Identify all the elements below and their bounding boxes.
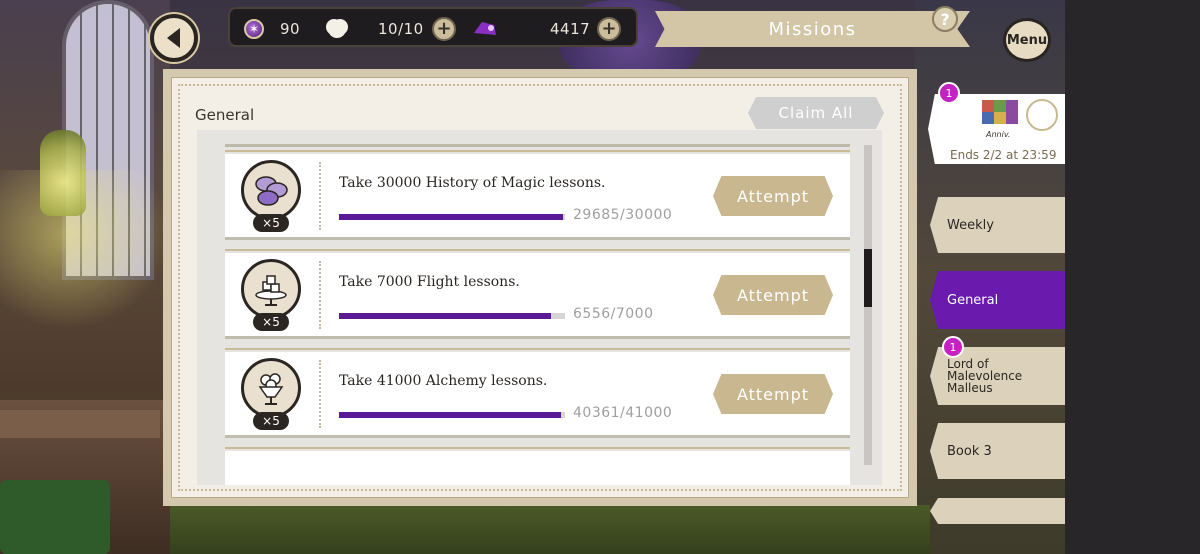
resource-bar: ✶ 90 10/10 + 4417 + — [228, 7, 638, 47]
back-button[interactable] — [150, 14, 198, 62]
tab-more[interactable] — [930, 498, 1065, 524]
magic-gem-icon: ✶ — [244, 19, 264, 39]
back-arrow-icon — [167, 28, 180, 48]
stamina-count: 10/10 — [378, 20, 424, 38]
section-title: General — [195, 106, 255, 124]
background-right-dark — [1065, 0, 1200, 554]
background-desk — [0, 400, 170, 554]
reward-circle — [241, 160, 301, 220]
page-title: Missions — [768, 18, 857, 40]
row-divider — [319, 162, 321, 230]
reward-circle — [241, 358, 301, 418]
claim-all-button[interactable]: Claim All — [748, 97, 884, 129]
reward: ×5 — [241, 358, 301, 432]
anniversary-seal-icon — [1026, 99, 1058, 131]
reward-count: ×5 — [253, 214, 289, 232]
parfait-icon — [258, 373, 284, 405]
mission-text: Take 41000 Alchemy lessons. — [339, 373, 548, 389]
tab-general[interactable]: General — [930, 271, 1065, 329]
progress-fill — [339, 412, 562, 418]
attempt-button[interactable]: Attempt — [713, 374, 833, 414]
event-end-time: Ends 2/2 at 23:59 — [950, 148, 1057, 162]
progress-label: 29685/30000 — [573, 207, 673, 223]
mission-row-partial — [225, 447, 850, 485]
progress-fill — [339, 313, 551, 319]
mission-list[interactable]: ×5 Take 30000 History of Magic lessons. … — [197, 130, 882, 485]
add-stamina-button[interactable]: + — [432, 17, 456, 41]
reward: ×5 — [241, 259, 301, 333]
notification-badge: 1 — [942, 336, 964, 358]
gem-counter: ✶ 90 — [244, 9, 300, 49]
tab-label: General — [947, 292, 999, 308]
mission-row: ×5 Take 7000 Flight lessons. 6556/7000 A… — [225, 249, 850, 339]
missions-panel: General Claim All ×5 Take 30000 History … — [163, 69, 917, 506]
background-left-wall — [0, 0, 170, 554]
background-green-cushion — [0, 480, 110, 554]
tab-book-3[interactable]: Book 3 — [930, 423, 1065, 479]
tab-weekly[interactable]: Weekly — [930, 197, 1065, 253]
missions-panel-inner: General Claim All ×5 Take 30000 History … — [171, 77, 909, 498]
reward-circle — [241, 259, 301, 319]
background-lamp — [40, 130, 86, 216]
mission-text: Take 30000 History of Magic lessons. — [339, 175, 606, 191]
help-button[interactable]: ? — [932, 6, 958, 32]
list-divider — [225, 144, 850, 147]
row-divider — [319, 360, 321, 428]
sugar-cubes-icon — [255, 275, 287, 306]
scrollbar-thumb[interactable] — [864, 249, 872, 307]
anniversary-event-tab[interactable]: Anniv. Ends 2/2 at 23:59 — [928, 94, 1065, 164]
madol-count: 4417 — [550, 20, 591, 38]
attempt-button[interactable]: Attempt — [713, 275, 833, 315]
stamina-counter: 10/10 — [328, 9, 424, 49]
event-logo-text: Anniv. — [986, 130, 1011, 139]
background-window — [62, 0, 154, 280]
gem-count: 90 — [280, 20, 301, 38]
background-floor — [170, 505, 930, 554]
menu-button[interactable]: Menu — [1003, 18, 1051, 62]
progress-bar — [339, 313, 565, 319]
madol-counter: 4417 — [472, 9, 590, 49]
mission-text: Take 7000 Flight lessons. — [339, 274, 520, 290]
progress-fill — [339, 214, 563, 220]
add-madol-button[interactable]: + — [597, 17, 621, 41]
notification-badge: 1 — [938, 82, 960, 104]
mission-row: ×5 Take 30000 History of Magic lessons. … — [225, 150, 850, 240]
progress-bar — [339, 214, 565, 220]
background-glow — [0, 170, 170, 330]
tab-label: Weekly — [947, 217, 994, 233]
stamina-icon — [328, 20, 346, 38]
progress-bar — [339, 412, 565, 418]
mission-row: ×5 Take 41000 Alchemy lessons. 40361/410… — [225, 348, 850, 438]
background-desk-top — [0, 410, 160, 438]
attempt-button[interactable]: Attempt — [713, 176, 833, 216]
macaron-icon — [255, 176, 288, 206]
reward: ×5 — [241, 160, 301, 234]
reward-count: ×5 — [253, 313, 289, 331]
tab-label: Lord of Malevolence Malleus — [947, 358, 1022, 394]
tab-label-line: Malleus — [947, 381, 993, 395]
tab-label: Book 3 — [947, 443, 992, 459]
progress-label: 40361/41000 — [573, 405, 673, 421]
missions-banner: Missions — [655, 11, 970, 47]
reward-count: ×5 — [253, 412, 289, 430]
row-divider — [319, 261, 321, 329]
madol-icon — [474, 22, 496, 35]
progress-label: 6556/7000 — [573, 306, 654, 322]
